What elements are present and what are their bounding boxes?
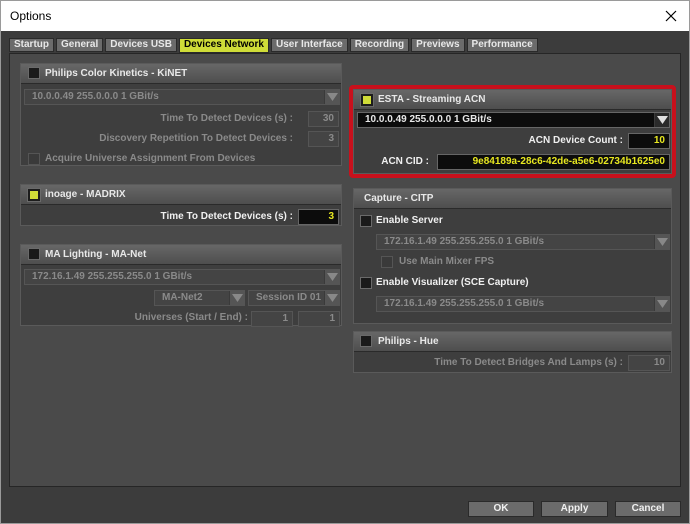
kinet-enable-checkbox[interactable] <box>28 67 40 79</box>
dialog-body: Startup General Devices USB Devices Netw… <box>1 31 689 523</box>
kinet-adapter-dropdown[interactable]: 10.0.0.49 255.0.0.0 1 GBit/s <box>24 89 340 105</box>
tab-user-interface[interactable]: User Interface <box>271 38 348 52</box>
kinet-assign-label: Acquire Universe Assignment From Devices <box>45 153 256 164</box>
tab-startup[interactable]: Startup <box>9 38 54 52</box>
kinet-discovery-input[interactable]: 3 <box>308 131 339 147</box>
kinet-adapter-value: 10.0.0.49 255.0.0.0 1 GBit/s <box>32 91 159 102</box>
close-icon <box>665 10 677 22</box>
inoage-panel: inoage - MADRIX Time To Detect Devices (… <box>20 184 342 226</box>
citp-visualizer-label: Enable Visualizer (SCE Capture) <box>376 277 529 288</box>
cancel-button[interactable]: Cancel <box>615 501 681 517</box>
manet-version-value: MA-Net2 <box>162 292 203 303</box>
manet-adapter-dropdown[interactable]: 172.16.1.49 255.255.255.0 1 GBit/s <box>24 269 340 285</box>
citp-header: Capture - CITP <box>354 189 671 209</box>
hue-detect-label: Time To Detect Bridges And Lamps (s) : <box>434 357 623 368</box>
window-title: Options <box>10 9 52 23</box>
citp-server-label: Enable Server <box>376 215 443 226</box>
citp-title: Capture - CITP <box>364 193 434 204</box>
kinet-assign-checkbox[interactable] <box>28 153 40 165</box>
tab-devices-network[interactable]: Devices Network <box>178 38 269 53</box>
hue-enable-checkbox[interactable] <box>360 335 372 347</box>
manet-universe-start-input[interactable]: 1 <box>251 311 293 327</box>
citp-server-adapter-value: 172.16.1.49 255.255.255.0 1 GBit/s <box>384 236 545 247</box>
tab-content: Philips Color Kinetics - KiNET 10.0.0.49… <box>9 53 681 487</box>
inoage-detect-input[interactable]: 3 <box>298 209 339 225</box>
citp-panel: Capture - CITP Enable Server 172.16.1.49… <box>353 188 672 324</box>
chevron-down-icon <box>324 291 339 305</box>
hue-panel: Philips - Hue Time To Detect Bridges And… <box>353 331 672 373</box>
hue-header: Philips - Hue <box>354 332 671 352</box>
manet-session-dropdown[interactable]: Session ID 01 <box>248 290 340 306</box>
citp-visualizer-checkbox[interactable] <box>360 277 372 289</box>
hue-detect-input[interactable]: 10 <box>628 355 670 371</box>
chevron-down-icon <box>654 235 669 249</box>
tab-previews[interactable]: Previews <box>411 38 465 52</box>
kinet-title: Philips Color Kinetics - KiNET <box>45 68 188 79</box>
inoage-enable-checkbox[interactable] <box>27 188 41 202</box>
kinet-detect-label: Time To Detect Devices (s) : <box>160 113 293 124</box>
kinet-detect-input[interactable]: 30 <box>308 111 339 127</box>
kinet-header: Philips Color Kinetics - KiNET <box>21 64 341 84</box>
apply-button[interactable]: Apply <box>541 501 608 517</box>
options-window: Options Startup General Devices USB Devi… <box>0 0 690 524</box>
citp-mixer-label: Use Main Mixer FPS <box>399 256 495 267</box>
tab-devices-usb[interactable]: Devices USB <box>105 38 177 52</box>
close-button[interactable] <box>659 4 683 28</box>
inoage-header: inoage - MADRIX <box>21 185 341 205</box>
tab-general[interactable]: General <box>56 38 104 52</box>
manet-panel: MA Lighting - MA-Net 172.16.1.49 255.255… <box>20 244 342 327</box>
tab-bar: Startup General Devices USB Devices Netw… <box>9 38 538 53</box>
tab-performance[interactable]: Performance <box>466 38 538 52</box>
inoage-title: inoage - MADRIX <box>45 189 126 200</box>
citp-mixer-checkbox[interactable] <box>381 256 393 268</box>
manet-adapter-value: 172.16.1.49 255.255.255.0 1 GBit/s <box>32 271 193 282</box>
manet-title: MA Lighting - MA-Net <box>45 249 147 260</box>
manet-header: MA Lighting - MA-Net <box>21 245 341 265</box>
title-bar: Options <box>1 1 689 31</box>
chevron-down-icon <box>324 270 339 284</box>
chevron-down-icon <box>654 297 669 311</box>
acn-highlight-frame <box>349 85 676 178</box>
manet-enable-checkbox[interactable] <box>28 248 40 260</box>
tab-recording[interactable]: Recording <box>349 38 410 52</box>
manet-session-value: Session ID 01 <box>256 292 322 303</box>
citp-visualizer-adapter-value: 172.16.1.49 255.255.255.0 1 GBit/s <box>384 298 545 309</box>
chevron-down-icon <box>324 90 339 104</box>
citp-server-checkbox[interactable] <box>360 215 372 227</box>
kinet-discovery-label: Discovery Repetition To Detect Devices : <box>99 133 293 144</box>
manet-version-dropdown[interactable]: MA-Net2 <box>154 290 245 306</box>
hue-title: Philips - Hue <box>378 336 439 347</box>
citp-server-adapter-dropdown[interactable]: 172.16.1.49 255.255.255.0 1 GBit/s <box>376 234 670 250</box>
kinet-panel: Philips Color Kinetics - KiNET 10.0.0.49… <box>20 63 342 166</box>
manet-universes-label: Universes (Start / End) : <box>134 312 248 323</box>
chevron-down-icon <box>229 291 244 305</box>
ok-button[interactable]: OK <box>468 501 534 517</box>
manet-universe-end-input[interactable]: 1 <box>298 311 340 327</box>
citp-visualizer-adapter-dropdown[interactable]: 172.16.1.49 255.255.255.0 1 GBit/s <box>376 296 670 312</box>
inoage-detect-label: Time To Detect Devices (s) : <box>160 211 293 222</box>
